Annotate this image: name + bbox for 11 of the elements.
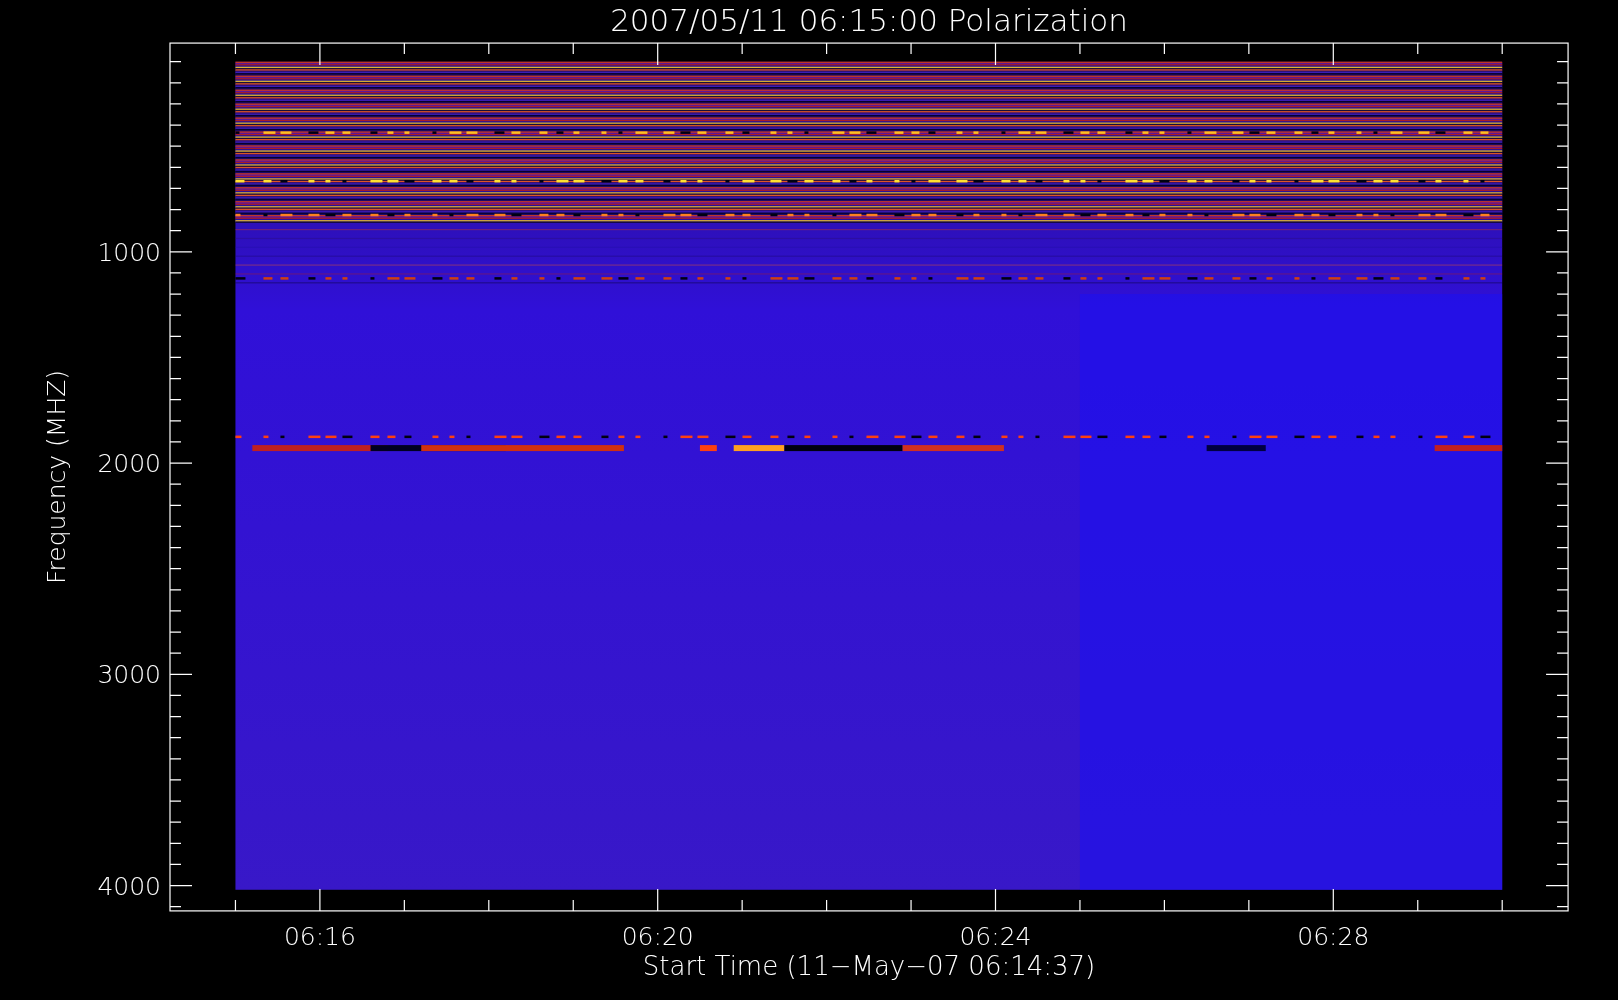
plot-title: 2007/05/11 06:15:00 Polarization xyxy=(610,2,1128,38)
y-tick-label: 2000 xyxy=(97,449,161,479)
y-tick-label: 4000 xyxy=(97,871,161,901)
y-tick-label: 3000 xyxy=(97,660,161,690)
y-axis-label: Frequency (MHZ) xyxy=(42,369,71,585)
y-tick-label: 1000 xyxy=(97,237,161,267)
x-tick-label: 06:24 xyxy=(959,922,1032,951)
x-tick-label: 06:16 xyxy=(283,922,356,951)
x-tick-label: 06:20 xyxy=(621,922,694,951)
x-axis-label: Start Time (11−May−07 06:14:37) xyxy=(642,951,1096,981)
x-tick-label: 06:28 xyxy=(1297,922,1370,951)
